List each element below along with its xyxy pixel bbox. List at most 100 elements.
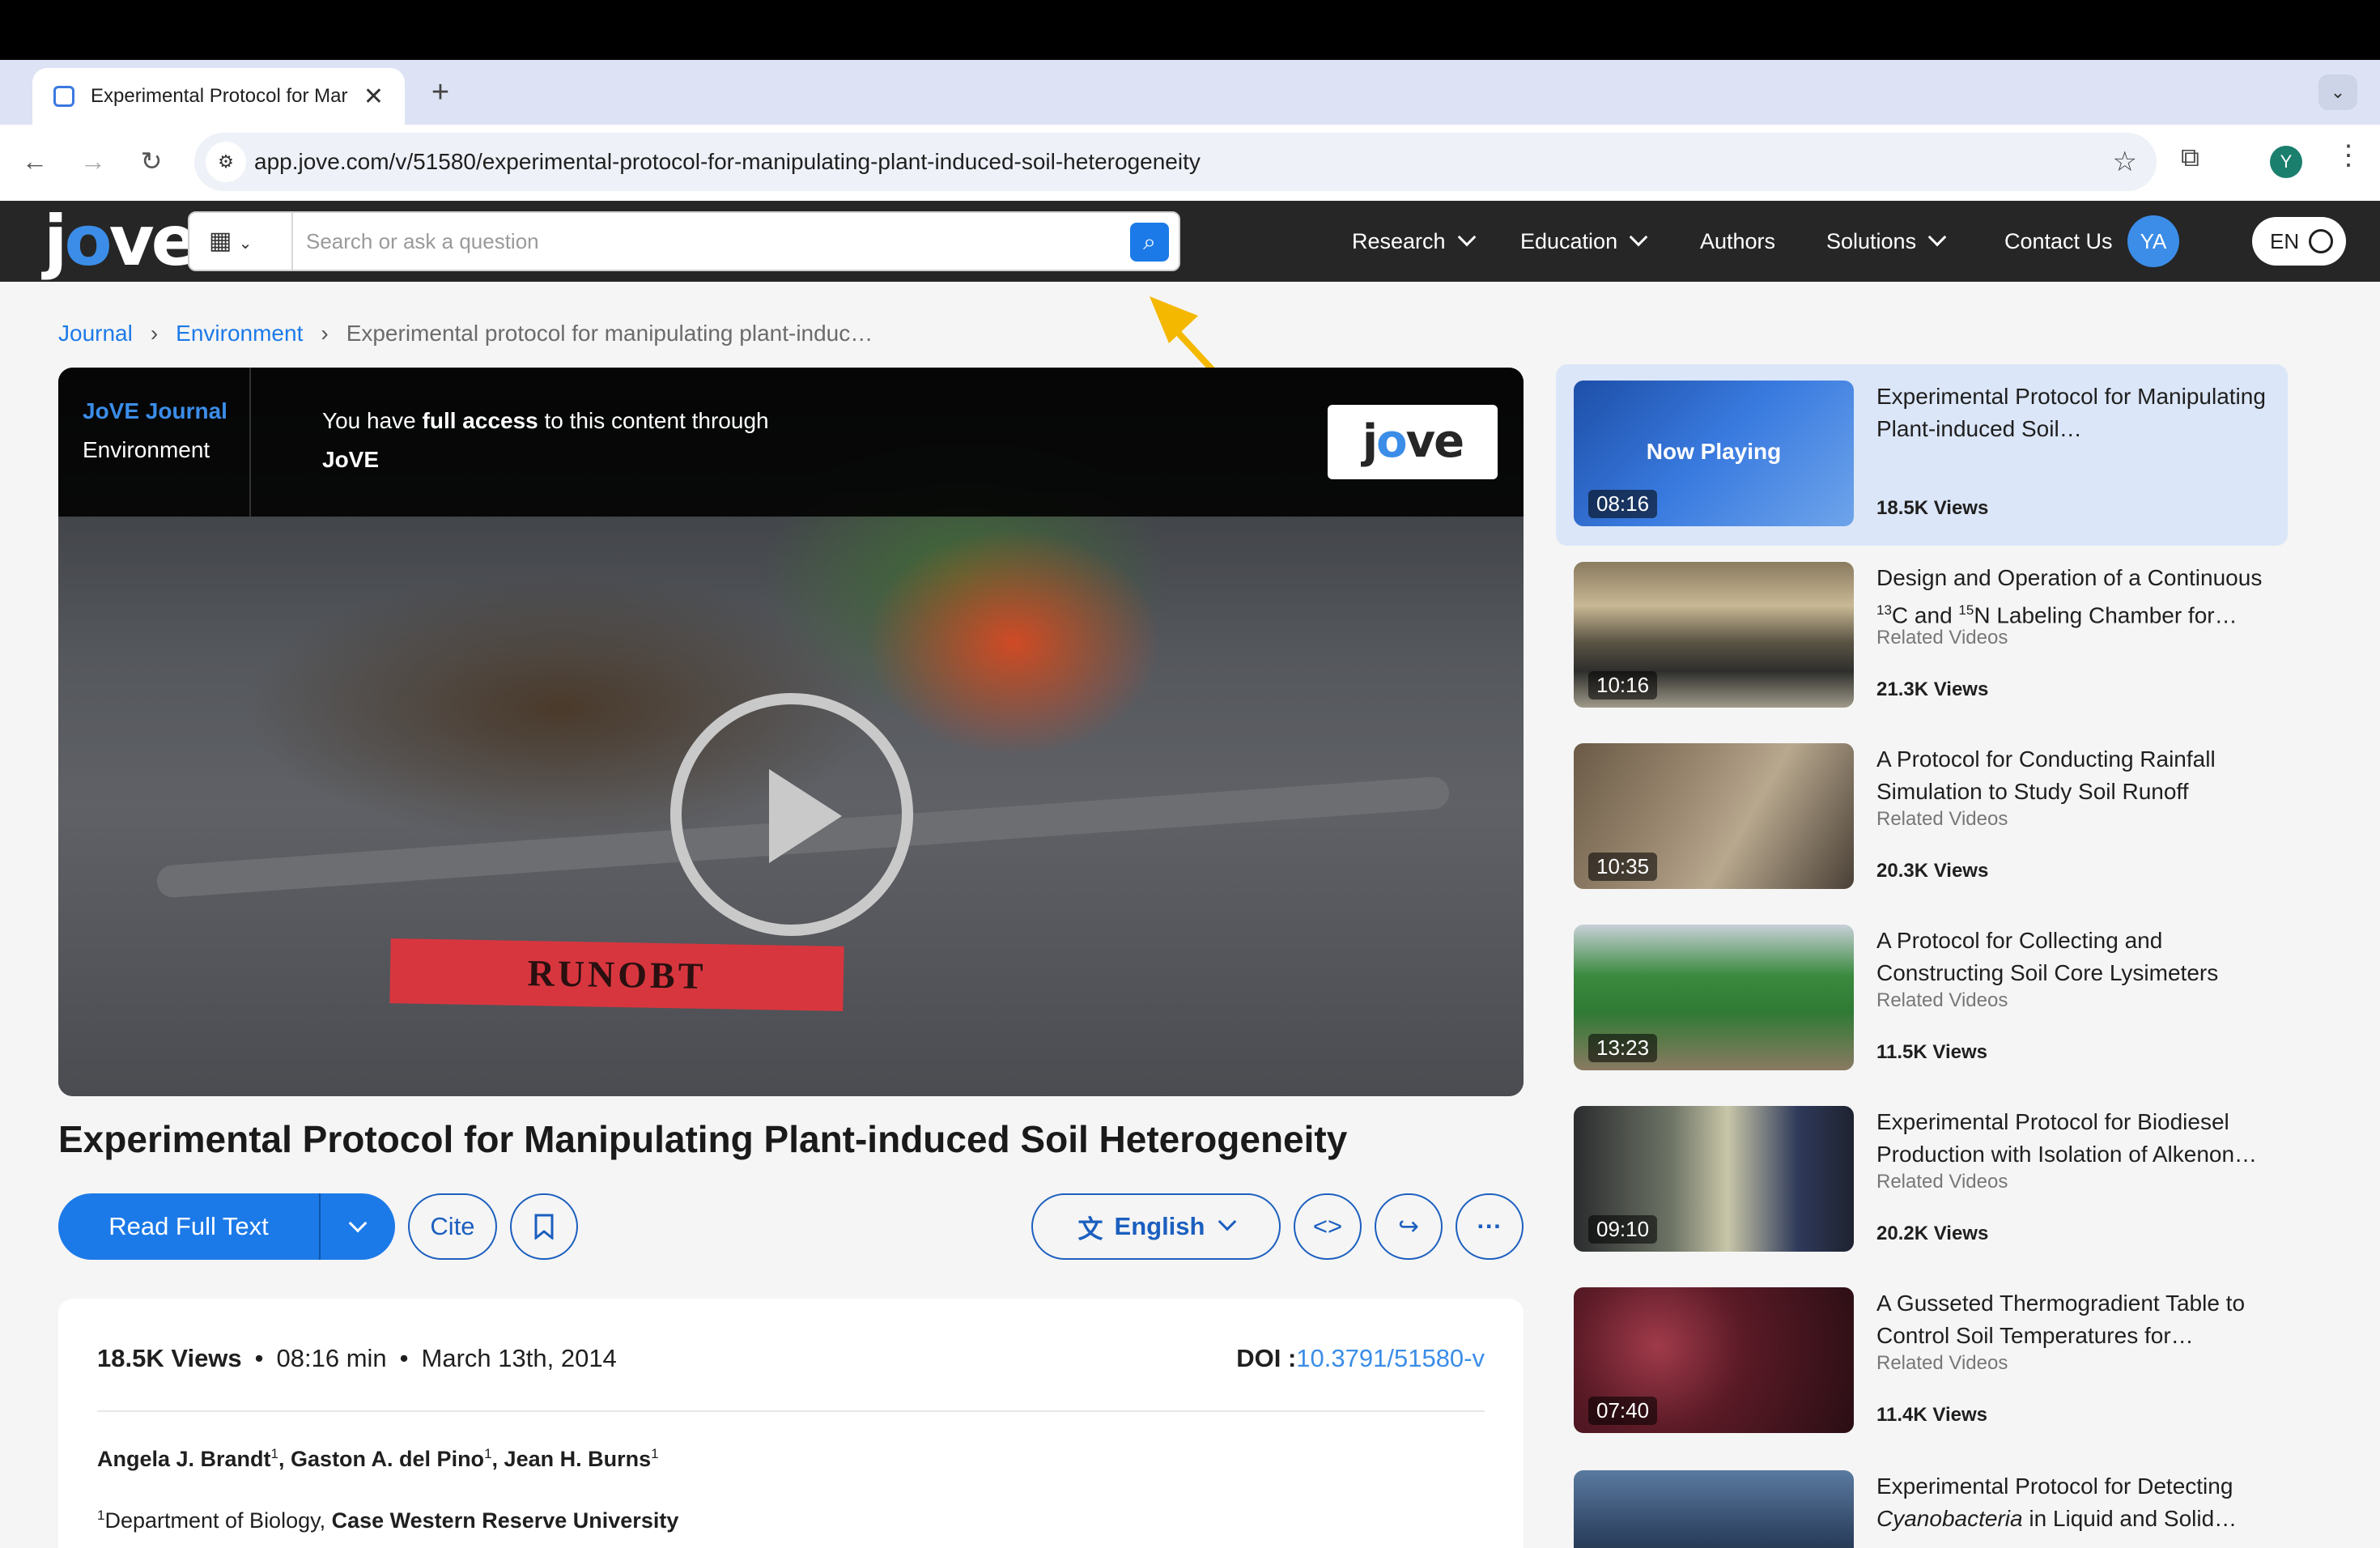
video-thumbnail[interactable]: Now Playing 08:16 [1574, 381, 1854, 526]
logo-letter-o: o [64, 201, 112, 282]
author-affiliation-mark: 1 [651, 1446, 659, 1461]
doi-link[interactable]: 10.3791/51580-v [1296, 1344, 1485, 1372]
video-thumbnail[interactable]: 09:10 [1574, 1106, 1854, 1252]
address-bar[interactable]: ⚙ app.jove.com/v/51580/experimental-prot… [194, 133, 2157, 191]
breadcrumb-journal[interactable]: Journal [58, 321, 133, 347]
author-name[interactable]: Gaston A. del Pino [291, 1447, 484, 1471]
related-video-views: 21.3K Views [1876, 678, 1989, 700]
share-button[interactable]: ↪ [1375, 1193, 1443, 1260]
jove-logo[interactable]: jove [44, 201, 198, 282]
related-video-item[interactable]: 13:23 A Protocol for Collecting and Cons… [1556, 908, 2288, 1090]
forward-arrow-icon[interactable]: → [73, 141, 113, 181]
related-video-title[interactable]: A Protocol for Collecting and Constructi… [1876, 925, 2281, 989]
related-video-category: Related Videos [1876, 808, 2008, 830]
nav-solutions[interactable]: Solutions [1826, 201, 1947, 282]
related-video-category: Related Videos [1876, 989, 2008, 1011]
now-playing-label: Now Playing [1646, 439, 1782, 464]
url-text[interactable]: app.jove.com/v/51580/experimental-protoc… [254, 133, 1201, 191]
author-name[interactable]: Angela J. Brandt [97, 1447, 271, 1471]
nav-education[interactable]: Education [1520, 201, 1648, 282]
title-italic-part: Cyanobacteria [1876, 1506, 2023, 1531]
thumbnail-duration: 10:35 [1588, 853, 1658, 881]
video-frame-label: RUNOBT [389, 938, 844, 1011]
tab-search-chevron-icon[interactable]: ⌄ [2318, 74, 2357, 110]
video-thumbnail[interactable]: 13:23 [1574, 925, 1854, 1070]
related-video-title[interactable]: Experimental Protocol for Manipulating P… [1876, 381, 2281, 445]
article-details-card: 18.5K Views • 08:16 min • March 13th, 2014 D… [58, 1299, 1524, 1548]
related-video-item[interactable]: Now Playing 08:16 Experimental Protocol … [1556, 364, 2288, 546]
thumbnail-duration: 10:16 [1588, 671, 1658, 700]
nav-authors[interactable]: Authors [1700, 201, 1775, 282]
nav-research[interactable]: Research [1352, 201, 1476, 282]
video-thumbnail[interactable] [1574, 1470, 1854, 1548]
access-bold-text: full access [422, 408, 538, 433]
author-affiliation-mark: 1 [270, 1446, 279, 1461]
user-avatar[interactable]: YA [2127, 215, 2179, 267]
tab-close-icon[interactable]: ✕ [363, 83, 384, 111]
related-video-title[interactable]: A Protocol for Conducting Rainfall Simul… [1876, 743, 2281, 808]
language-code: EN [2270, 228, 2300, 253]
related-video-title[interactable]: A Gusseted Thermogradient Table to Contr… [1876, 1287, 2281, 1352]
related-video-views: 20.2K Views [1876, 1223, 1989, 1244]
publish-date: March 13th, 2014 [421, 1344, 617, 1372]
browser-menu-icon[interactable]: ⋮ [2335, 139, 2362, 172]
thumbnail-duration: 13:23 [1588, 1034, 1658, 1062]
play-button[interactable] [670, 693, 913, 936]
transcript-language-dropdown[interactable]: 文 English [1031, 1193, 1281, 1260]
journal-link[interactable]: JoVE Journal [83, 398, 227, 424]
title-part: Design and Operation of a Continuous [1876, 565, 2263, 590]
search-scope-dropdown[interactable]: ▦ ⌄ [189, 213, 293, 270]
related-video-item[interactable]: 09:10 Experimental Protocol for Biodiese… [1556, 1090, 2288, 1271]
video-thumbnail[interactable]: 10:16 [1574, 562, 1854, 708]
video-thumbnail[interactable]: 07:40 [1574, 1287, 1854, 1433]
search-icon[interactable]: ⌕ [1130, 223, 1169, 262]
translate-icon: 文 [1077, 1214, 1103, 1244]
article-meta: 18.5K Views • 08:16 min • March 13th, 2014 [97, 1344, 617, 1373]
related-video-item[interactable]: 10:16 Design and Operation of a Continuo… [1556, 546, 2288, 727]
cite-button[interactable]: Cite [408, 1193, 497, 1260]
related-video-item[interactable]: 07:40 A Gusseted Thermogradient Table to… [1556, 1271, 2288, 1452]
more-options-button[interactable]: ··· [1456, 1193, 1524, 1260]
bookmark-button[interactable] [510, 1193, 578, 1260]
video-thumbnail[interactable]: 10:35 [1574, 743, 1854, 889]
new-tab-button[interactable]: + [424, 71, 457, 113]
related-video-title[interactable]: Experimental Protocol for Biodiesel Prod… [1876, 1106, 2281, 1171]
badge-letter-o: o [1376, 415, 1408, 468]
read-full-text-button[interactable]: Read Full Text [58, 1193, 395, 1260]
profile-avatar[interactable]: Y [2270, 146, 2302, 178]
site-settings-icon[interactable]: ⚙ [206, 142, 246, 182]
video-player[interactable]: RUNOBT JoVE Journal Environment You have… [58, 368, 1524, 1096]
logo-letters-ve: ve [108, 201, 198, 282]
search-input[interactable] [306, 221, 1116, 262]
related-video-title[interactable]: Experimental Protocol for Detecting Cyan… [1876, 1470, 2281, 1535]
badge-letters-ve: ve [1405, 415, 1464, 468]
related-video-title[interactable]: Design and Operation of a Continuous 13C… [1876, 562, 2281, 632]
video-duration: 08:16 min [276, 1344, 387, 1372]
globe-icon [2309, 229, 2334, 253]
reload-icon[interactable]: ↻ [131, 141, 172, 181]
bookmark-icon [534, 1214, 554, 1240]
extensions-puzzle-icon[interactable]: ⧉ [2181, 142, 2199, 173]
bookmark-star-icon[interactable]: ☆ [2113, 133, 2137, 191]
back-arrow-icon[interactable]: ← [15, 141, 55, 181]
read-full-text-label[interactable]: Read Full Text [58, 1193, 321, 1260]
nav-contact-us[interactable]: Contact Us [2004, 201, 2113, 282]
breadcrumb-environment[interactable]: Environment [176, 321, 303, 347]
language-selector[interactable]: EN [2252, 217, 2346, 266]
related-video-item[interactable]: 10:35 A Protocol for Conducting Rainfall… [1556, 727, 2288, 908]
separator-dot: • [254, 1344, 264, 1372]
related-video-views: 11.5K Views [1876, 1041, 1987, 1063]
related-video-views: 18.5K Views [1876, 497, 1989, 519]
related-video-item[interactable]: Experimental Protocol for Detecting Cyan… [1556, 1454, 2288, 1548]
author-name[interactable]: Jean H. Burns [504, 1447, 652, 1471]
chevron-down-icon [1218, 1212, 1237, 1231]
thumbnail-duration: 09:10 [1588, 1215, 1658, 1244]
author-affiliation-mark: 1 [484, 1446, 492, 1461]
badge-letter-j: j [1362, 415, 1378, 468]
embed-button[interactable]: <> [1294, 1193, 1362, 1260]
transcript-language-label: English [1114, 1212, 1205, 1240]
browser-tab[interactable]: Experimental Protocol for Mar ✕ [32, 68, 405, 125]
read-options-dropdown[interactable] [321, 1212, 395, 1241]
screen-top-bar [0, 0, 2380, 60]
nav-solutions-label: Solutions [1826, 229, 1917, 253]
